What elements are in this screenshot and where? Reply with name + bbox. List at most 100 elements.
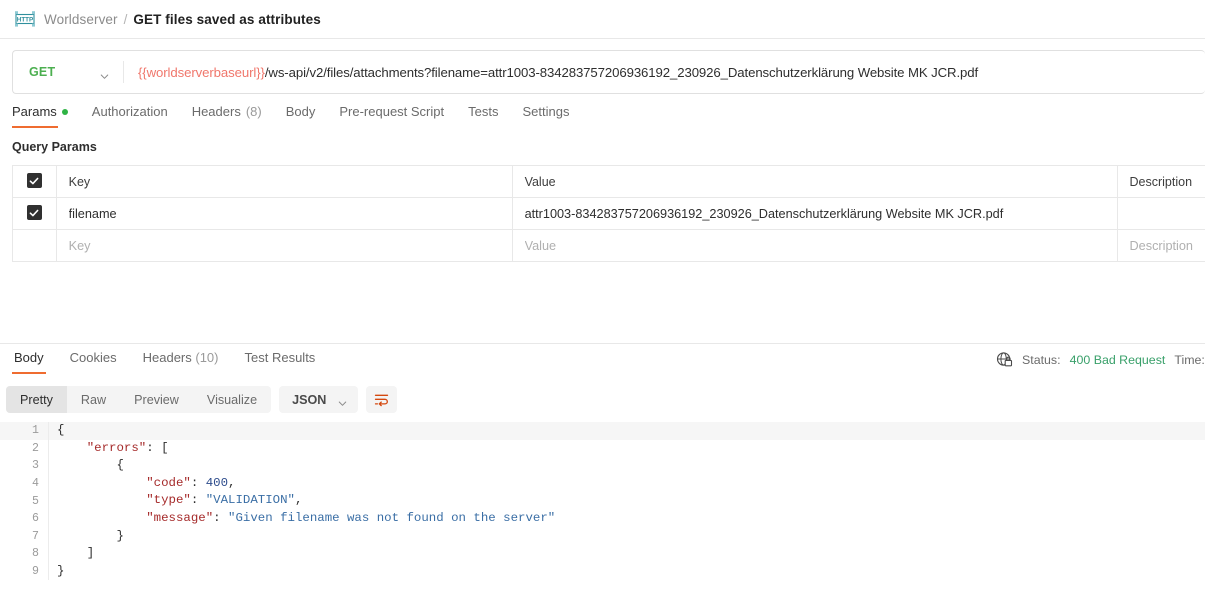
placeholder-description-cell[interactable]: Description: [1117, 229, 1205, 262]
url-input[interactable]: {{worldserverbaseurl}}/ws-api/v2/files/a…: [124, 51, 1205, 93]
code-line: 4 "code": 400,: [0, 474, 1205, 493]
table-row-placeholder: Key Value Description: [12, 229, 1205, 262]
tab-params-label: Params: [12, 104, 57, 119]
view-mode-segmented-control: Pretty Raw Preview Visualize: [6, 386, 272, 413]
row-key-cell[interactable]: filename: [56, 197, 513, 230]
code-line-text: "message": "Given filename was not found…: [48, 509, 1205, 528]
http-protocol-icon: HTTP: [14, 10, 36, 28]
response-tab-test-results[interactable]: Test Results: [235, 350, 326, 374]
tab-authorization[interactable]: Authorization: [92, 104, 182, 128]
response-body-code-viewer[interactable]: 1{2 "errors": [3 {4 "code": 400, 5 "type"…: [0, 422, 1205, 598]
code-token: :: [190, 493, 206, 508]
response-tab-headers-count: (10): [195, 350, 219, 365]
row-value-cell[interactable]: attr1003-834283757206936192_230926_Daten…: [512, 197, 1118, 230]
view-mode-raw-label: Raw: [80, 392, 107, 407]
code-token: "VALIDATION": [205, 493, 295, 508]
response-tab-body[interactable]: Body: [4, 350, 54, 374]
row-enabled-checkbox[interactable]: [26, 205, 42, 220]
placeholder-value-cell[interactable]: Value: [512, 229, 1118, 262]
query-params-title: Query Params: [12, 140, 97, 154]
svg-text:HTTP: HTTP: [17, 17, 33, 24]
code-token: 400: [205, 475, 229, 490]
row-description-cell[interactable]: [1117, 197, 1205, 230]
view-mode-pretty[interactable]: Pretty: [6, 386, 67, 413]
view-mode-raw[interactable]: Raw: [67, 386, 120, 413]
tab-tests[interactable]: Tests: [468, 104, 512, 128]
placeholder-description-text: Description: [1129, 238, 1193, 253]
code-line-number: 1: [32, 424, 39, 438]
response-format-dropdown[interactable]: JSON: [279, 386, 359, 413]
response-tab-headers[interactable]: Headers (10): [133, 350, 229, 374]
column-header-value: Value: [512, 165, 1118, 198]
tab-headers-label: Headers: [191, 104, 241, 119]
code-line: 6 "message": "Given filename was not fou…: [0, 509, 1205, 528]
breadcrumb-collection[interactable]: Worldserver: [44, 12, 118, 27]
query-params-table: Key Value Description filename attr1003-…: [12, 165, 1205, 262]
globe-lock-icon[interactable]: [996, 351, 1013, 368]
time-label: Time:: [1174, 352, 1205, 367]
view-mode-visualize[interactable]: Visualize: [193, 386, 271, 413]
breadcrumb-request-name[interactable]: GET files saved as attributes: [133, 12, 320, 27]
code-line-number: 7: [32, 529, 39, 543]
code-line-number: 4: [32, 477, 39, 491]
chevron-down-icon: [100, 68, 109, 79]
breadcrumb: HTTP Worldserver / GET files saved as at…: [0, 0, 1205, 38]
placeholder-key-cell[interactable]: Key: [56, 229, 513, 262]
word-wrap-button[interactable]: [366, 386, 398, 413]
breadcrumb-separator: /: [123, 11, 128, 27]
code-line-number: 2: [32, 441, 39, 455]
response-tab-cookies[interactable]: Cookies: [60, 350, 127, 374]
code-token: ]: [86, 546, 95, 561]
chevron-down-icon: [338, 395, 347, 406]
view-mode-visualize-label: Visualize: [206, 392, 258, 407]
tab-params[interactable]: Params: [12, 104, 82, 128]
code-line-text: {: [48, 457, 1205, 475]
tab-body-label: Body: [285, 104, 316, 119]
code-line-number: 8: [32, 547, 39, 561]
tab-settings[interactable]: Settings: [522, 104, 583, 128]
url-bar: GET {{worldserverbaseurl}}/ws-api/v2/fil…: [12, 50, 1205, 94]
tab-tests-label: Tests: [468, 104, 499, 119]
code-line: 1{: [0, 422, 1205, 440]
tab-headers[interactable]: Headers (8): [192, 104, 276, 128]
response-tab-headers-label: Headers: [142, 350, 192, 365]
code-token: "Given filename was not found on the ser…: [228, 510, 556, 525]
code-token: "code": [146, 475, 191, 490]
code-token: "message": [146, 510, 214, 525]
code-token: ,: [228, 475, 236, 490]
view-mode-preview[interactable]: Preview: [120, 386, 193, 413]
code-line-text: ]: [48, 545, 1205, 563]
header-divider: [0, 38, 1205, 39]
url-box: GET {{worldserverbaseurl}}/ws-api/v2/fil…: [12, 50, 1205, 94]
tab-headers-count: (8): [245, 104, 262, 119]
status-label: Status:: [1022, 352, 1061, 367]
code-line-text: "type": "VALIDATION",: [48, 492, 1205, 510]
code-token: }: [116, 528, 124, 543]
response-tab-test-results-label: Test Results: [244, 350, 316, 365]
url-variable: {{worldserverbaseurl}}: [138, 64, 265, 80]
response-tab-cookies-label: Cookies: [69, 350, 117, 365]
method-dropdown[interactable]: GET: [13, 51, 123, 93]
code-lines: 1{2 "errors": [3 {4 "code": 400, 5 "type"…: [0, 422, 1205, 581]
code-line: 9}: [0, 562, 1205, 581]
column-header-description: Description: [1117, 165, 1205, 198]
placeholder-value-text: Value: [524, 238, 557, 253]
code-token: "errors": [86, 440, 147, 455]
tab-body[interactable]: Body: [286, 104, 330, 128]
table-header-row: Key Value Description: [12, 165, 1205, 198]
response-body-toolbar: Pretty Raw Preview Visualize JSON: [6, 386, 398, 413]
select-all-checkbox[interactable]: [26, 173, 42, 188]
code-line-number: 3: [32, 459, 39, 473]
code-line: 8 ]: [0, 545, 1205, 563]
code-line: 3 {: [0, 457, 1205, 475]
response-tabs: Body Cookies Headers (10) Test Results: [4, 350, 331, 374]
view-mode-preview-label: Preview: [134, 392, 179, 407]
code-token: {: [57, 423, 65, 437]
tab-pre-request-script[interactable]: Pre-request Script: [339, 104, 458, 128]
row-key-value: filename: [68, 206, 117, 221]
